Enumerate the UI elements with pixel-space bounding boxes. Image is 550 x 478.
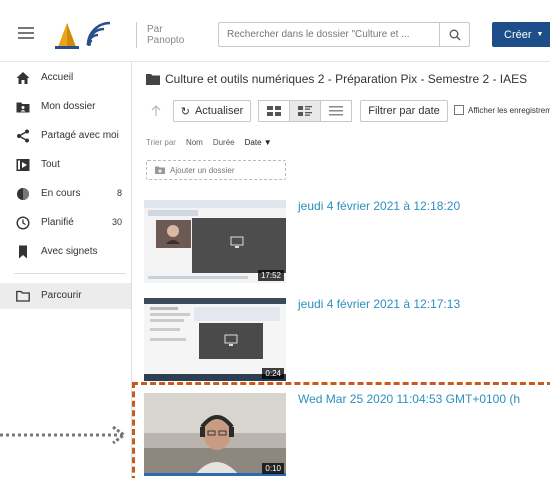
detail-list-icon: [298, 106, 312, 116]
create-label: Créer: [504, 28, 532, 41]
arrow-annotation-icon: [0, 425, 127, 445]
menu-icon[interactable]: [18, 27, 34, 39]
sidebar-item-label: Mon dossier: [41, 101, 96, 112]
sidebar-divider: [14, 273, 126, 274]
search-icon: [449, 29, 460, 40]
folder-icon: [146, 74, 160, 85]
refresh-icon: ↻: [180, 105, 190, 118]
sidebar-item-home[interactable]: Accueil: [0, 66, 131, 90]
search-box: [218, 22, 470, 47]
caret-down-icon: ▼: [536, 31, 544, 38]
grid-icon: [267, 106, 281, 116]
sidebar-item-scheduled[interactable]: Planifié 30: [0, 211, 131, 235]
sidebar-item-all[interactable]: Tout: [0, 153, 131, 177]
show-recordings-checkbox[interactable]: [454, 105, 464, 115]
duration-badge: 0:10: [262, 463, 284, 474]
duration-badge: 17:52: [257, 270, 284, 281]
play-box-icon: [16, 159, 30, 171]
arrow-up-icon: [151, 105, 161, 116]
header-divider: [136, 22, 137, 48]
view-grid-button[interactable]: [258, 100, 290, 122]
sort-option-date[interactable]: Date ▼: [245, 138, 272, 147]
main-content: Culture et outils numériques 2 - Prépara…: [132, 62, 550, 478]
bookmark-icon: [19, 245, 27, 259]
sidebar: Accueil Mon dossier Partagé avec moi Tou…: [0, 62, 132, 478]
sidebar-item-shared[interactable]: Partagé avec moi: [0, 124, 131, 148]
sidebar-item-bookmarks[interactable]: Avec signets: [0, 240, 131, 264]
sidebar-item-label: En cours: [41, 188, 81, 199]
sort-option-name[interactable]: Nom: [186, 138, 203, 147]
toolbar: ↻ Actualiser Filtrer par date Afficher l…: [146, 100, 550, 122]
folder-title: Culture et outils numériques 2 - Prépara…: [146, 72, 527, 86]
refresh-button[interactable]: ↻ Actualiser: [173, 100, 251, 122]
sidebar-item-label: Planifié: [41, 217, 74, 228]
sidebar-item-count: 30: [111, 217, 122, 227]
folder-title-text: Culture et outils numériques 2 - Prépara…: [165, 72, 528, 86]
brand-text: Par Panopto: [147, 24, 184, 46]
view-toggle-group: [258, 100, 354, 122]
add-folder-label: Ajouter un dossier: [170, 165, 235, 175]
sidebar-item-label: Tout: [41, 159, 60, 170]
home-icon: [16, 72, 30, 84]
sort-row: Trier par Nom Durée Date ▼: [146, 138, 272, 147]
share-icon: [17, 129, 29, 143]
panopto-logo: [55, 21, 111, 49]
add-folder-button[interactable]: Ajouter un dossier: [146, 160, 286, 180]
sidebar-item-in-progress[interactable]: En cours 8: [0, 182, 131, 206]
session-thumbnail[interactable]: 17:52: [144, 200, 286, 283]
show-recordings-option: Afficher les enregistrements: [454, 105, 550, 115]
sidebar-item-my-folder[interactable]: Mon dossier: [0, 95, 131, 119]
brand-line-1: Par: [147, 24, 163, 35]
session-thumbnail[interactable]: 0:10: [144, 393, 286, 476]
duration-badge: 0:24: [262, 368, 284, 379]
session-thumbnail[interactable]: 0:24: [144, 298, 286, 381]
sidebar-item-label: Partagé avec moi: [41, 130, 119, 141]
session-title[interactable]: jeudi 4 février 2021 à 12:18:20: [298, 199, 460, 213]
add-folder-icon: [155, 166, 165, 174]
sort-desc-icon: ▼: [263, 138, 272, 147]
create-button[interactable]: Créer ▼: [492, 22, 550, 47]
view-detail-button[interactable]: [289, 100, 321, 122]
sidebar-item-browse[interactable]: Parcourir: [0, 283, 131, 309]
sort-option-duration[interactable]: Durée: [213, 138, 235, 147]
filter-date-label: Filtrer par date: [368, 105, 440, 117]
folder-outline-icon: [16, 290, 30, 302]
app-header: Par Panopto Créer ▼: [0, 0, 550, 62]
brand-line-2: Panopto: [147, 35, 185, 46]
sidebar-item-label: Parcourir: [41, 290, 82, 301]
view-list-button[interactable]: [320, 100, 352, 122]
session-title[interactable]: Wed Mar 25 2020 11:04:53 GMT+0100 (h: [298, 392, 520, 406]
in-progress-icon: [17, 188, 29, 200]
sidebar-item-count: 8: [116, 188, 122, 198]
sort-label: Trier par: [146, 138, 176, 147]
clock-icon: [16, 216, 30, 230]
sort-option-date-label: Date: [244, 138, 262, 147]
up-folder-button[interactable]: [146, 100, 166, 122]
show-recordings-label: Afficher les enregistrements: [468, 105, 550, 115]
filter-date-button[interactable]: Filtrer par date: [360, 100, 448, 122]
sidebar-item-label: Avec signets: [41, 246, 98, 257]
search-button[interactable]: [439, 23, 469, 46]
list-icon: [329, 106, 343, 116]
session-title[interactable]: jeudi 4 février 2021 à 12:17:13: [298, 297, 460, 311]
sidebar-item-label: Accueil: [41, 72, 74, 83]
search-input[interactable]: [219, 23, 439, 46]
refresh-label: Actualiser: [194, 105, 244, 117]
user-folder-icon: [16, 102, 30, 113]
